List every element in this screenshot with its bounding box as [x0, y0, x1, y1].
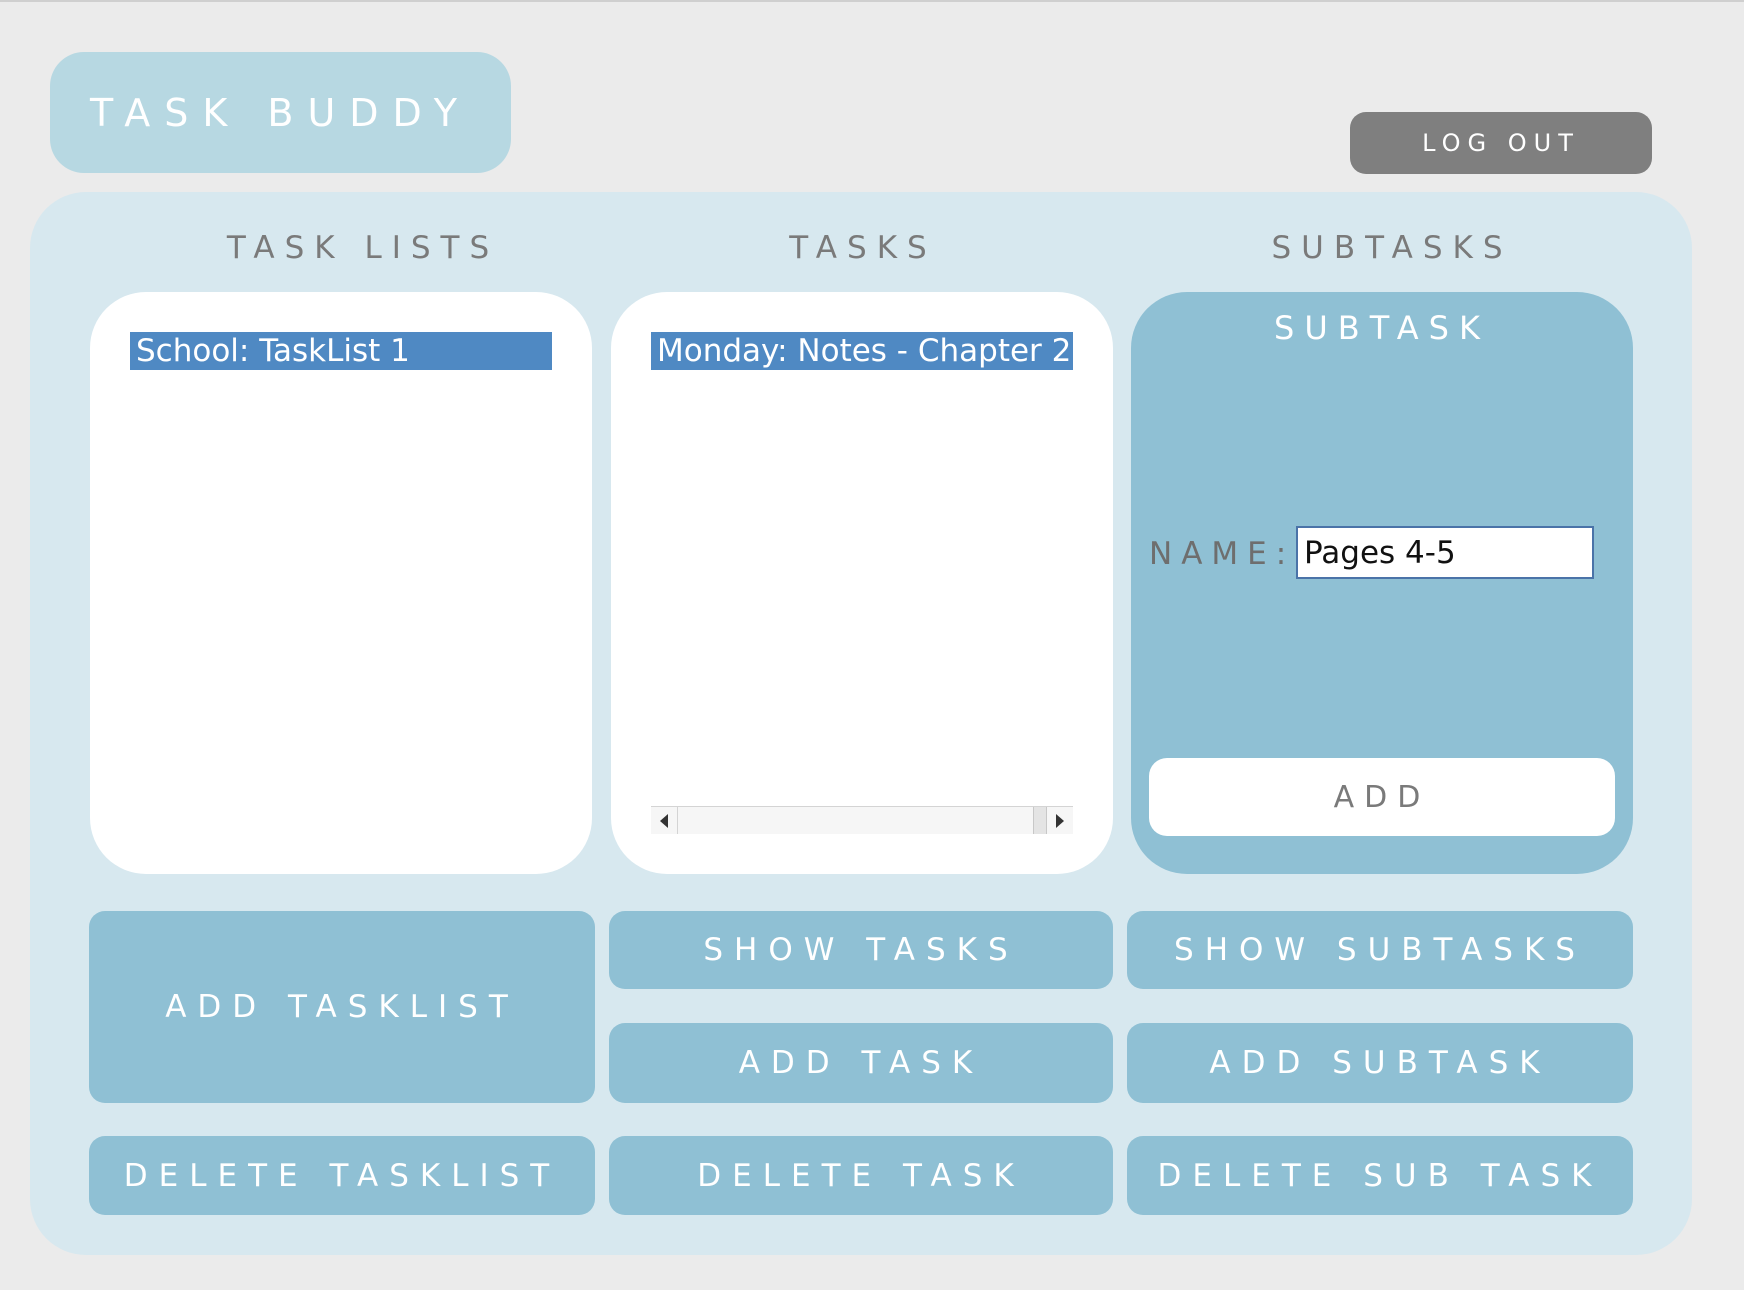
subtask-name-input[interactable]	[1296, 526, 1594, 579]
add-subtask-button[interactable]: ADD SUBTASK	[1127, 1023, 1633, 1103]
subtask-heading: SUBTASK	[1274, 309, 1490, 347]
tasklists-title: TASK LISTS	[226, 230, 500, 266]
window-top-border	[0, 0, 1744, 2]
add-subtask-submit-button[interactable]: ADD	[1149, 758, 1615, 836]
scroll-left-icon[interactable]	[651, 807, 678, 834]
subtasks-title: SUBTASKS	[1271, 230, 1513, 266]
tasks-listbox[interactable]: Monday: Notes - Chapter 2	[611, 292, 1113, 874]
delete-task-button[interactable]: DELETE TASK	[609, 1136, 1113, 1215]
tasks-horizontal-scrollbar[interactable]	[651, 806, 1073, 834]
scrollbar-thumb[interactable]	[1033, 807, 1047, 834]
list-item[interactable]: Monday: Notes - Chapter 2	[651, 332, 1073, 370]
add-tasklist-button[interactable]: ADD TASKLIST	[89, 911, 595, 1103]
tasklists-listbox[interactable]: School: TaskList 1	[90, 292, 592, 874]
show-tasks-button[interactable]: SHOW TASKS	[609, 911, 1113, 989]
tasks-title: TASKS	[789, 230, 937, 266]
list-item[interactable]: School: TaskList 1	[130, 332, 552, 370]
name-label: NAME:	[1149, 536, 1296, 572]
delete-tasklist-button[interactable]: DELETE TASKLIST	[89, 1136, 595, 1215]
subtask-form: SUBTASK NAME: ADD	[1131, 292, 1633, 874]
delete-subtask-button[interactable]: DELETE SUB TASK	[1127, 1136, 1633, 1215]
logout-button[interactable]: LOG OUT	[1350, 112, 1652, 174]
app-title: TASK BUDDY	[50, 52, 511, 173]
add-task-button[interactable]: ADD TASK	[609, 1023, 1113, 1103]
scroll-right-icon[interactable]	[1047, 807, 1073, 834]
show-subtasks-button[interactable]: SHOW SUBTASKS	[1127, 911, 1633, 989]
